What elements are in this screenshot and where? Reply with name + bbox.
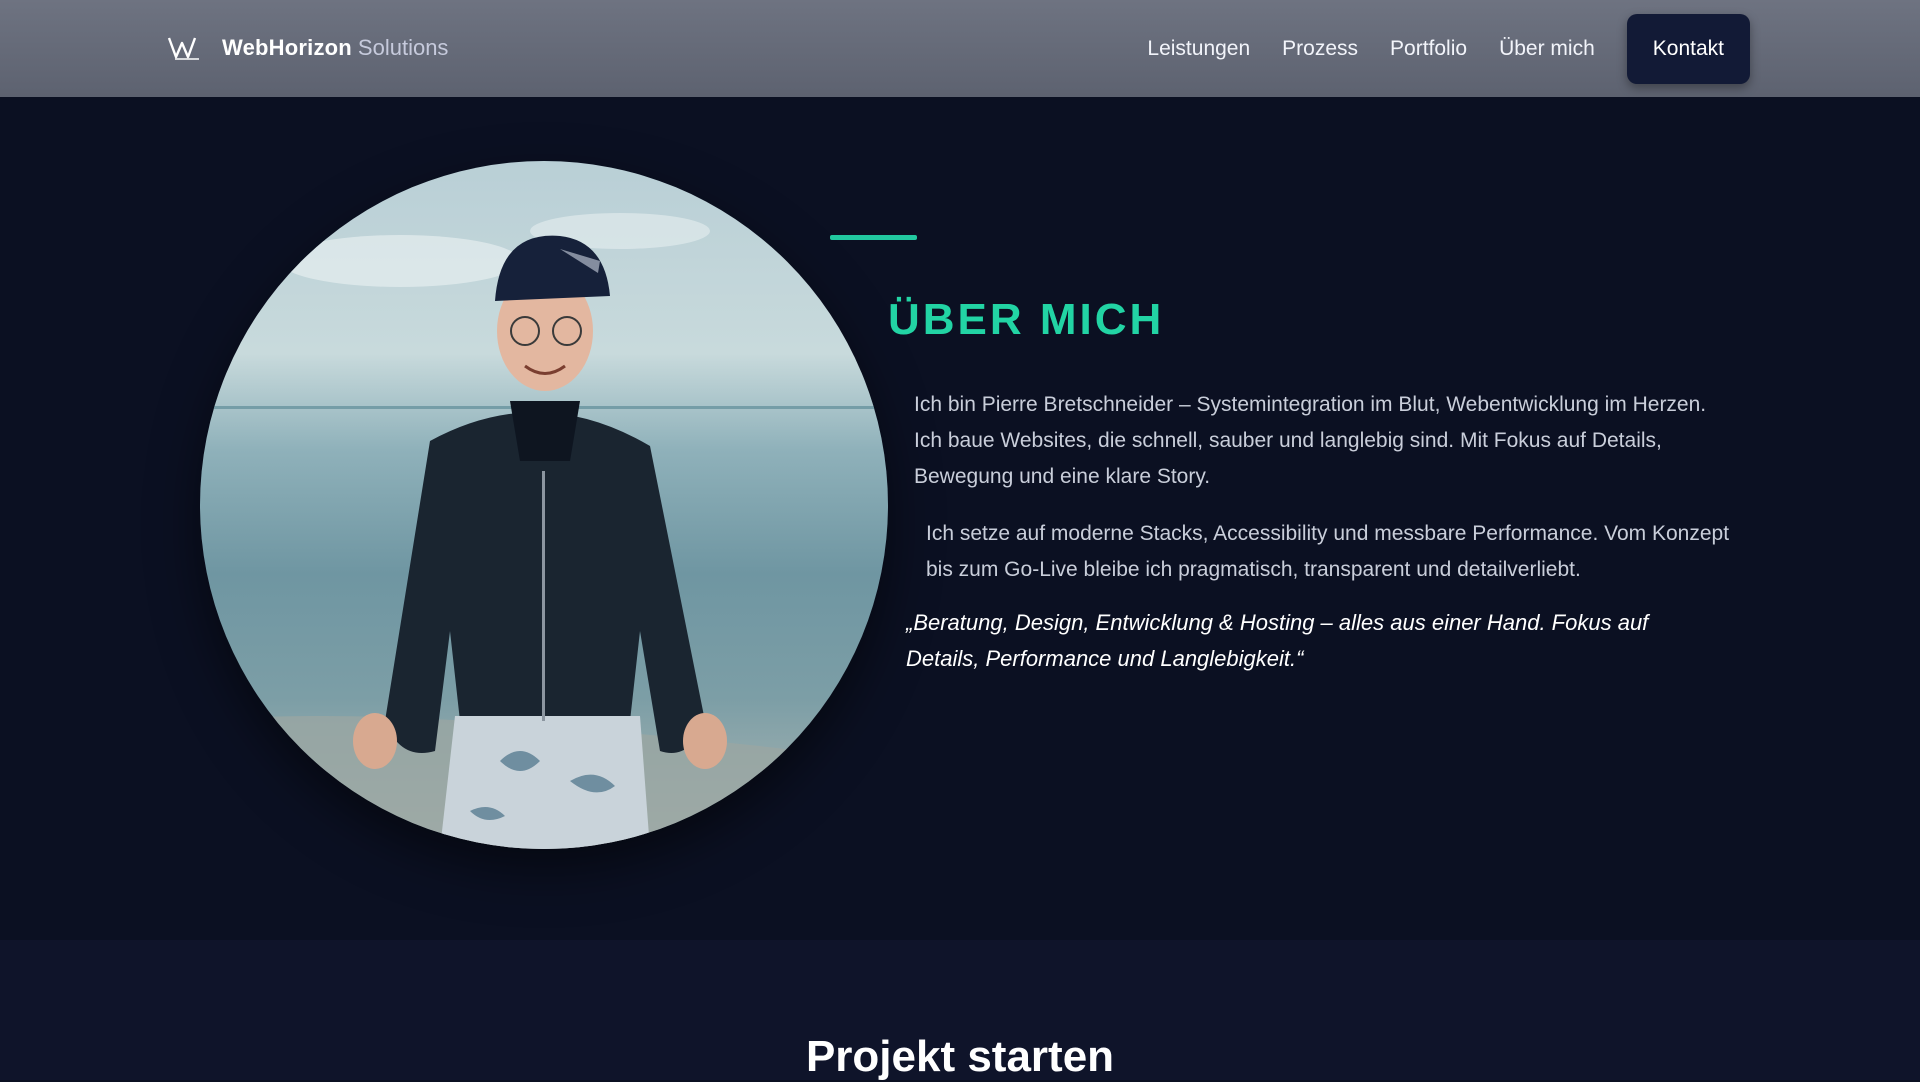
about-paragraph-2: Ich setze auf moderne Stacks, Accessibil… xyxy=(926,522,1730,581)
nav-prozess[interactable]: Prozess xyxy=(1282,37,1358,61)
brand[interactable]: WebHorizon Solutions xyxy=(164,26,448,70)
nav-leistungen[interactable]: Leistungen xyxy=(1147,37,1250,61)
about-section: ÜBER MICH Ich bin Pierre Bretschneider –… xyxy=(0,97,1920,940)
project-section: Projekt starten xyxy=(0,940,1920,1081)
nav-portfolio[interactable]: Portfolio xyxy=(1390,37,1467,61)
brand-name-main: WebHorizon xyxy=(222,35,352,60)
kontakt-button[interactable]: Kontakt xyxy=(1626,14,1750,84)
nav-ueber-mich[interactable]: Über mich xyxy=(1499,37,1595,61)
portrait-photo xyxy=(200,161,888,849)
about-quote: „Beratung, Design, Entwicklung & Hosting… xyxy=(906,610,1649,671)
accent-line xyxy=(830,235,917,240)
brand-name-sub: Solutions xyxy=(357,35,449,60)
about-paragraph-1: Ich bin Pierre Bretschneider – Systemint… xyxy=(914,393,1707,488)
main-nav: Leistungen Prozess Portfolio Über mich K… xyxy=(1147,14,1750,84)
about-title: ÜBER MICH xyxy=(888,295,1165,344)
portrait-illustration xyxy=(200,213,888,849)
logo-icon xyxy=(164,26,204,70)
site-header: WebHorizon Solutions Leistungen Prozess P… xyxy=(0,0,1920,97)
brand-name: WebHorizon Solutions xyxy=(222,35,448,61)
project-title: Projekt starten xyxy=(805,1032,1115,1081)
